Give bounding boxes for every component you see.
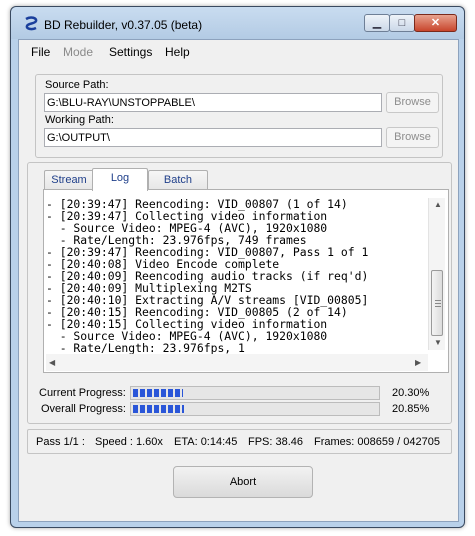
working-path-field[interactable]: G:\OUTPUT\ [44, 128, 382, 147]
status-eta: ETA: 0:14:45 [174, 436, 238, 448]
overall-progress-label: Overall Progress: [41, 403, 126, 415]
status-frames: Frames: 008659 / 042705 [314, 436, 440, 448]
window-title: BD Rebuilder, v0.37.05 (beta) [44, 18, 203, 32]
scroll-thumb[interactable] [431, 270, 443, 336]
scroll-right-icon[interactable]: ▶ [415, 358, 421, 368]
tab-log[interactable]: Log [92, 168, 148, 191]
maximize-button[interactable]: □ [389, 14, 415, 32]
overall-progress-bar [130, 402, 380, 416]
scroll-down-icon[interactable]: ▼ [434, 338, 442, 348]
status-fps: FPS: 38.46 [248, 436, 304, 448]
title-bar[interactable]: BD Rebuilder, v0.37.05 (beta) ▁ □ ✕ [11, 7, 464, 39]
scroll-up-icon[interactable]: ▲ [434, 200, 442, 210]
bd-rebuilder-icon [25, 16, 38, 31]
overall-progress-value: 20.85% [392, 403, 430, 415]
minimize-button[interactable]: ▁ [364, 14, 390, 32]
status-panel: Pass 1/1 : Speed : 1.60x ETA: 0:14:45 FP… [27, 429, 452, 454]
log-panel: - [20:39:47] Reencoding: VID_00807 (1 of… [43, 189, 449, 373]
menu-settings[interactable]: Settings [109, 45, 152, 59]
close-icon: ✕ [430, 17, 441, 29]
log-horizontal-scrollbar[interactable]: ◀ ▶ [46, 354, 428, 371]
scroll-left-icon[interactable]: ◀ [49, 358, 55, 368]
source-browse-button[interactable]: Browse [386, 92, 439, 113]
current-progress-label: Current Progress: [39, 387, 126, 399]
menu-bar: File Mode Settings Help [19, 40, 458, 62]
current-progress-value: 20.30% [392, 387, 430, 399]
current-progress-bar [130, 386, 380, 400]
current-progress-fill [133, 389, 183, 397]
tab-batch[interactable]: Batch [148, 170, 208, 190]
source-path-field[interactable]: G:\BLU-RAY\UNSTOPPABLE\ [44, 93, 382, 112]
maximize-icon: □ [398, 17, 406, 29]
overall-progress-fill [133, 405, 184, 413]
close-button[interactable]: ✕ [414, 14, 457, 32]
app-window: BD Rebuilder, v0.37.05 (beta) ▁ □ ✕ File… [10, 6, 465, 528]
status-pass: Pass 1/1 : [36, 436, 85, 448]
minimize-icon: ▁ [372, 17, 382, 29]
working-browse-button[interactable]: Browse [386, 127, 439, 148]
menu-mode[interactable]: Mode [63, 45, 93, 59]
source-path-label: Source Path: [45, 79, 109, 91]
status-speed: Speed : 1.60x [95, 436, 163, 448]
log-output[interactable]: - [20:39:47] Reencoding: VID_00807 (1 of… [46, 198, 428, 355]
working-path-label: Working Path: [45, 114, 114, 126]
menu-help[interactable]: Help [165, 45, 190, 59]
abort-button[interactable]: Abort [173, 466, 313, 498]
log-line: - Rate/Length: 23.976fps, 1 [46, 341, 245, 355]
menu-file[interactable]: File [31, 45, 50, 59]
tab-stream[interactable]: Stream [44, 170, 94, 190]
log-vertical-scrollbar[interactable]: ▲ ▼ [428, 198, 445, 350]
paths-group: Source Path: G:\BLU-RAY\UNSTOPPABLE\ Bro… [35, 74, 443, 158]
client-area: File Mode Settings Help Source Path: G:\… [18, 39, 459, 522]
